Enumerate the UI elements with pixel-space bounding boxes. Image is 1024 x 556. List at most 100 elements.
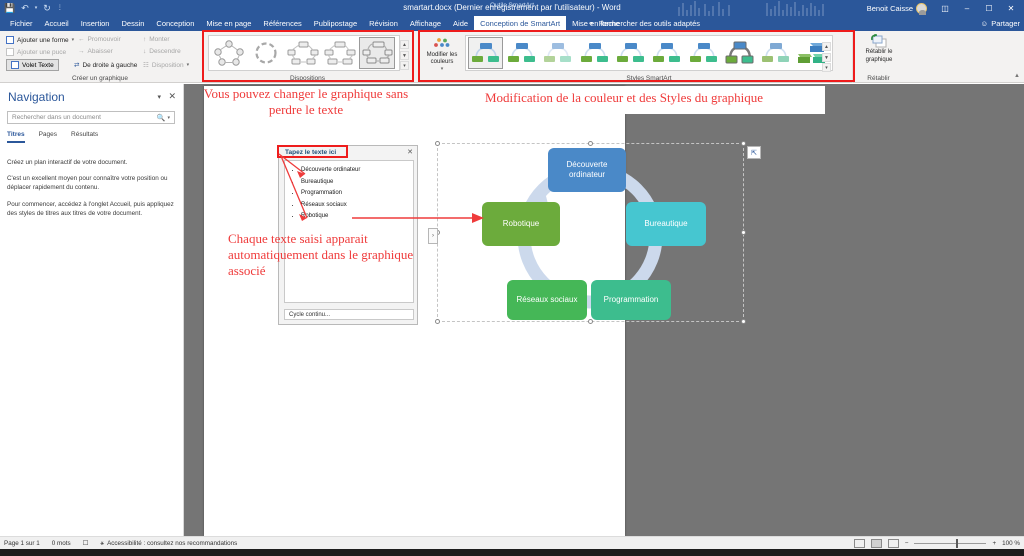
undo-caret-icon[interactable]: ▾	[35, 5, 38, 11]
resize-handle-tc[interactable]	[588, 141, 593, 146]
layouts-more-icon[interactable]: ▾	[400, 61, 409, 70]
command-ajouter-une-puce[interactable]: Ajouter une puce	[6, 48, 66, 56]
minimize-button[interactable]: –	[956, 0, 978, 16]
smartart-styles-gallery[interactable]: ▲ ▼ ▾	[465, 35, 833, 72]
ribbon-display-options-icon[interactable]: ◫	[934, 0, 956, 16]
smartart-node-robotique[interactable]: Robotique	[482, 202, 560, 246]
style-thumb-5[interactable]	[613, 37, 648, 69]
command-ajouter-une-forme[interactable]: Ajouter une forme ▾	[6, 36, 74, 44]
status-words[interactable]: 0 mots	[52, 540, 71, 547]
resize-handle-bl[interactable]	[435, 319, 440, 324]
command-de-droite-a-gauche[interactable]: ⇄ De droite à gauche	[74, 61, 137, 70]
smartart-node-decouverte-ordinateur[interactable]: Découverte ordinateur	[548, 148, 626, 192]
tab-dessin[interactable]: Dessin	[115, 16, 150, 31]
style-thumb-7[interactable]	[686, 37, 721, 69]
layouts-gallery-scroll[interactable]: ▲ ▼ ▾	[400, 40, 409, 70]
chevron-down-icon[interactable]: ▾	[72, 37, 75, 43]
chevron-down-icon[interactable]: ▾	[167, 115, 170, 121]
layouts-scroll-up-icon[interactable]: ▲	[400, 40, 409, 49]
change-colors-button[interactable]: Modifier les couleurs ▾	[421, 35, 463, 75]
chevron-down-icon[interactable]: ▾	[441, 66, 444, 73]
close-icon[interactable]: ✕	[407, 148, 413, 156]
window-controls[interactable]: Benoit Caisse ◫ – ☐ ✕	[867, 0, 1022, 16]
layouts-scroll-down-icon[interactable]: ▼	[400, 50, 409, 60]
search-tools-box[interactable]: ⚭ Rechercher des outils adaptés	[588, 16, 700, 31]
styles-scroll-down-icon[interactable]: ▼	[822, 52, 831, 62]
resize-handle-tl[interactable]	[435, 141, 440, 146]
layout-options-icon[interactable]: ⇱	[747, 146, 761, 159]
command-disposition[interactable]: ☷ Disposition ▾	[143, 61, 190, 70]
style-thumb-6[interactable]	[650, 37, 685, 69]
text-pane-item[interactable]: Découverte ordinateur	[301, 165, 410, 177]
style-thumb-3[interactable]	[541, 37, 576, 69]
zoom-out-button[interactable]: −	[905, 540, 909, 547]
read-mode-icon[interactable]	[853, 539, 865, 548]
style-thumb-2[interactable]	[504, 37, 539, 69]
restore-button[interactable]: ☐	[978, 0, 1000, 16]
qat-more-icon[interactable]: ⋮	[57, 5, 63, 11]
reset-graphic-button[interactable]: Rétablir le graphique	[855, 34, 903, 74]
smartart-node-programmation[interactable]: Programmation	[591, 280, 671, 320]
layout-thumb-5-selected[interactable]	[359, 37, 395, 69]
smartart-node-reseaux-sociaux[interactable]: Réseaux sociaux	[507, 280, 587, 320]
zoom-slider-thumb[interactable]	[956, 539, 959, 548]
styles-scroll-up-icon[interactable]: ▲	[822, 42, 831, 51]
command-monter[interactable]: ↑ Monter	[143, 36, 169, 43]
command-abaisser[interactable]: → Abaisser	[78, 48, 113, 55]
command-promouvoir[interactable]: ← Promouvoir	[78, 36, 121, 43]
resize-handle-mr[interactable]	[741, 230, 746, 235]
status-page[interactable]: Page 1 sur 1	[4, 540, 40, 547]
layout-thumb-1[interactable]	[211, 37, 247, 69]
tab-mise-en-page[interactable]: Mise en page	[200, 16, 257, 31]
styles-more-icon[interactable]: ▾	[822, 63, 831, 72]
tab-aide[interactable]: Aide	[447, 16, 474, 31]
tab-fichier[interactable]: Fichier	[4, 16, 39, 31]
search-icon[interactable]: 🔍	[157, 114, 166, 122]
tab-conception[interactable]: Conception	[150, 16, 200, 31]
tab-conception-de-smartart[interactable]: Conception de SmartArt	[474, 16, 567, 31]
share-button[interactable]: ☺ Partager	[981, 16, 1020, 31]
style-thumb-4[interactable]	[577, 37, 612, 69]
redo-icon[interactable]: ↻	[43, 3, 51, 13]
tab-references[interactable]: Références	[257, 16, 307, 31]
chevron-down-icon[interactable]: ▾	[187, 62, 190, 68]
layout-thumb-4[interactable]	[322, 37, 358, 69]
tab-revision[interactable]: Révision	[363, 16, 404, 31]
web-layout-icon[interactable]	[887, 539, 899, 548]
style-thumb-8[interactable]	[722, 37, 757, 69]
zoom-level[interactable]: 100 %	[1002, 540, 1020, 547]
tab-affichage[interactable]: Affichage	[404, 16, 447, 31]
nav-tab-titres[interactable]: Titres	[7, 131, 25, 143]
navigation-search-input[interactable]: Rechercher dans un document 🔍 ▾	[7, 111, 175, 124]
command-volet-texte[interactable]: Volet Texte	[6, 59, 59, 71]
close-icon[interactable]: ✕	[168, 91, 176, 102]
layouts-gallery[interactable]: ▲ ▼ ▾	[208, 35, 409, 71]
smartart-graphic[interactable]: Découverte ordinateur Bureautique Progra…	[428, 141, 761, 324]
text-pane-item[interactable]: Bureautique	[301, 177, 410, 189]
style-thumb-9[interactable]	[758, 37, 793, 69]
status-accessibility[interactable]: ⚹ Accessibilité : consultez nos recomman…	[100, 540, 237, 548]
undo-icon[interactable]: ↶	[21, 3, 29, 13]
nav-tab-resultats[interactable]: Résultats	[71, 131, 98, 143]
resize-handle-bc[interactable]	[588, 319, 593, 324]
nav-tab-pages[interactable]: Pages	[39, 131, 57, 143]
tab-insertion[interactable]: Insertion	[75, 16, 116, 31]
styles-gallery-scroll[interactable]: ▲ ▼ ▾	[822, 42, 831, 72]
text-pane-item[interactable]: Réseaux sociaux	[301, 200, 410, 212]
resize-handle-tr[interactable]	[741, 141, 746, 146]
layout-thumb-2[interactable]	[248, 37, 284, 69]
tab-publipostage[interactable]: Publipostage	[308, 16, 363, 31]
tab-accueil[interactable]: Accueil	[39, 16, 75, 31]
text-pane-item[interactable]: Programmation	[301, 188, 410, 200]
proofing-icon[interactable]: ☐	[83, 540, 89, 547]
smartart-node-bureautique[interactable]: Bureautique	[626, 202, 706, 246]
layout-thumb-3[interactable]	[285, 37, 321, 69]
command-descendre[interactable]: ↓ Descendre	[143, 48, 181, 55]
style-thumb-1-selected[interactable]	[468, 37, 504, 69]
save-icon[interactable]: 💾	[4, 3, 15, 13]
zoom-in-button[interactable]: +	[992, 540, 996, 547]
text-pane-item[interactable]: Robotique	[301, 211, 410, 223]
chevron-down-icon[interactable]: ▾	[157, 93, 161, 101]
zoom-slider[interactable]	[914, 539, 987, 548]
close-button[interactable]: ✕	[1000, 0, 1022, 16]
